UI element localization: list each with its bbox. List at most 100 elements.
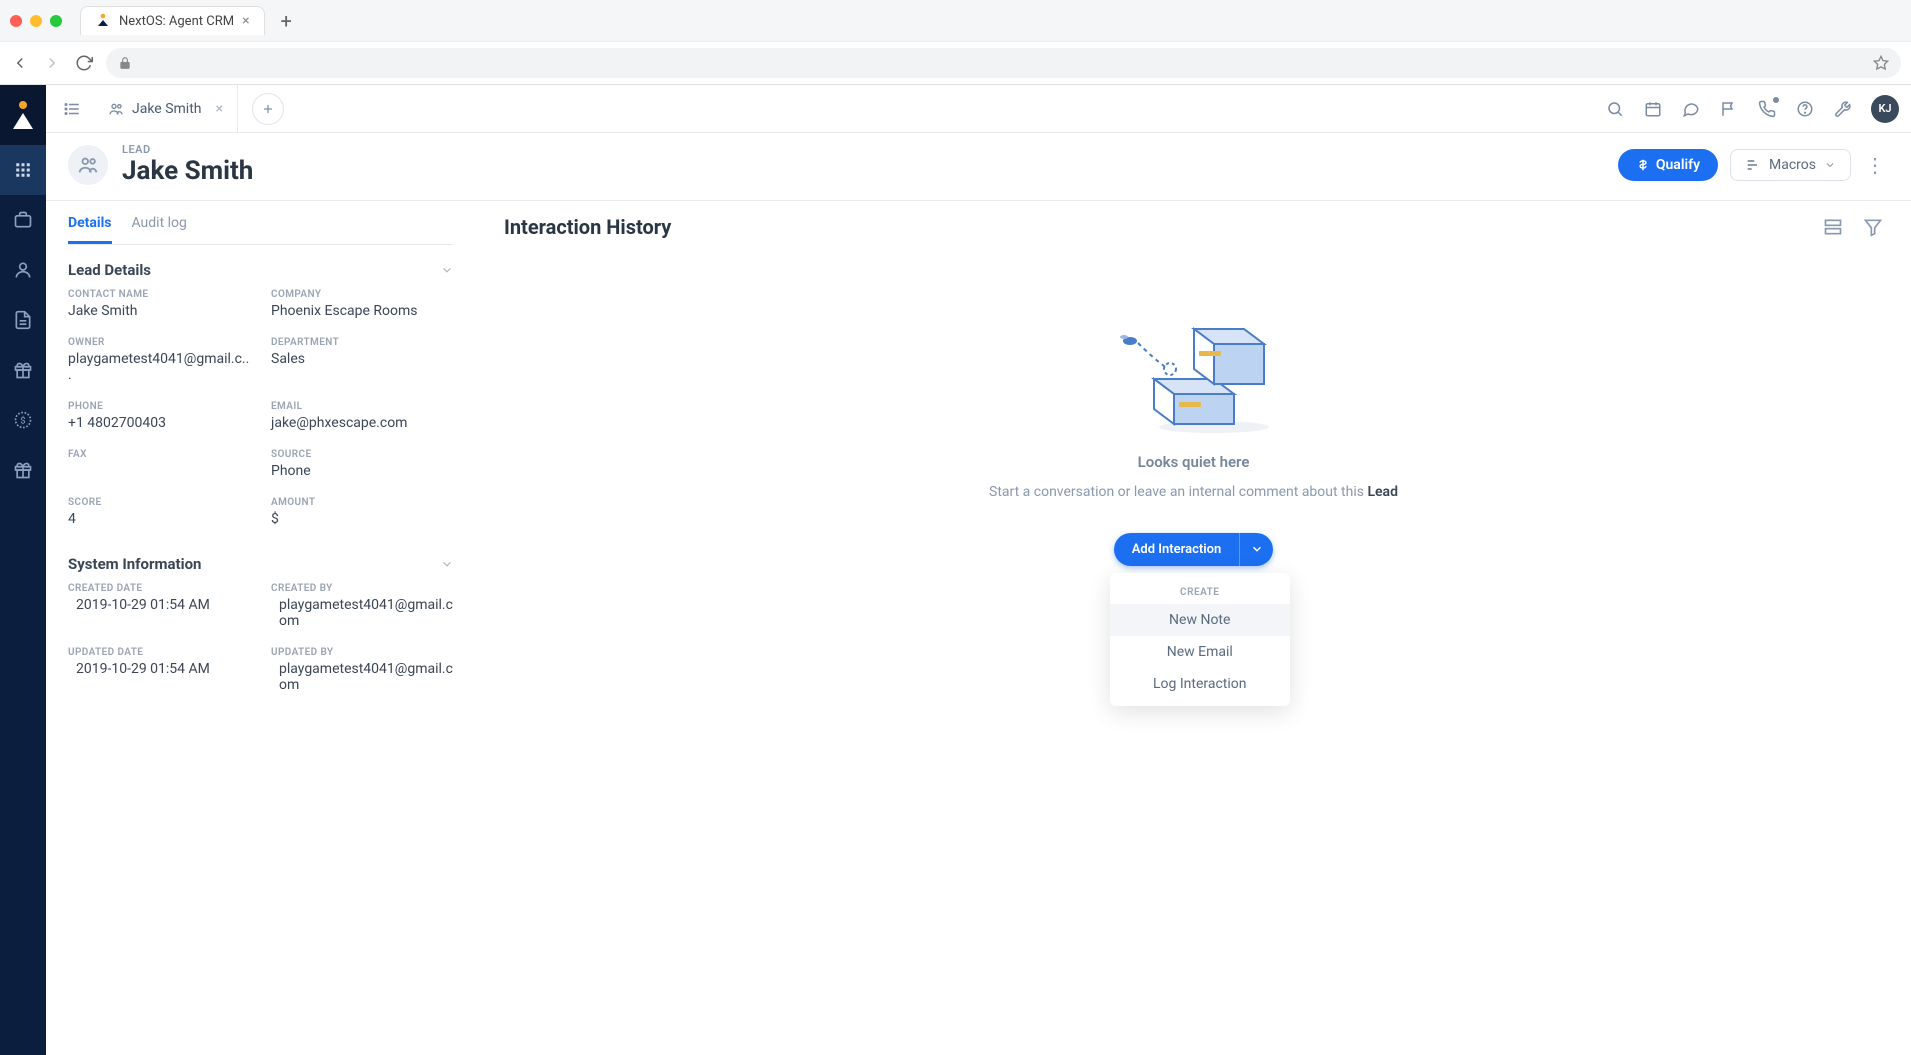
filter-icon[interactable] [1863,217,1883,237]
rail-gift2-icon[interactable] [0,445,46,495]
field-contact-name: CONTACT NAME Jake Smith [68,289,251,319]
workspace-right-tools: KJ [1605,95,1899,123]
browser-tab-close-button[interactable]: × [242,13,249,29]
add-interaction-dropdown-toggle[interactable] [1239,533,1273,566]
add-workspace-button[interactable] [252,93,284,125]
workspace-bar: Jake Smith × KJ [46,85,1911,133]
help-icon[interactable] [1795,99,1815,119]
field-score: SCORE 4 [68,497,251,527]
record-actions: Qualify Macros ⋮ [1618,149,1887,181]
empty-state-title: Looks quiet here [934,453,1454,471]
add-interaction-split-button: Add Interaction [1114,533,1274,566]
lead-icon [108,101,124,117]
main-area: Jake Smith × KJ LEAD [46,85,1911,1055]
tab-details[interactable]: Details [68,215,112,244]
field-source: SOURCE Phone [271,449,454,479]
section-lead-details-header[interactable]: Lead Details [68,261,454,279]
settings-icon[interactable] [1833,99,1853,119]
interaction-history-panel: Interaction History [476,201,1911,1055]
lead-details-fields: CONTACT NAME Jake Smith COMPANY Phoenix … [68,289,454,527]
empty-state-illustration [1094,299,1294,439]
macros-button-label: Macros [1769,157,1816,173]
empty-state: Looks quiet here Start a conversation or… [934,299,1454,566]
field-updated-by: UPDATED BY playgametest4041@gmail.com [271,647,454,693]
field-department: DEPARTMENT Sales [271,337,454,383]
lock-icon [118,56,132,70]
field-amount: AMOUNT $ [271,497,454,527]
calendar-icon[interactable] [1643,99,1663,119]
add-interaction-button[interactable]: Add Interaction [1114,533,1240,566]
app-logo[interactable] [0,85,46,145]
reload-button[interactable] [74,53,94,73]
browser-chrome: NextOS: Agent CRM × + [0,0,1911,85]
workspace-list-icon[interactable] [58,95,86,123]
svg-text:$: $ [20,415,25,426]
rail-contact-icon[interactable] [0,245,46,295]
field-email: EMAIL jake@phxescape.com [271,401,454,431]
chat-icon[interactable] [1681,99,1701,119]
interaction-history-title: Interaction History [504,215,671,239]
field-fax: FAX [68,449,251,479]
interaction-history-tools [1823,217,1883,237]
record-header: LEAD Jake Smith Qualify Macros ⋮ [46,133,1911,201]
content-split: Details Audit log Lead Details CONTACT N… [46,201,1911,1055]
details-panel: Details Audit log Lead Details CONTACT N… [46,201,476,1055]
phone-icon[interactable] [1757,99,1777,119]
rail-gift-icon[interactable] [0,345,46,395]
browser-tab-title: NextOS: Agent CRM [119,14,234,29]
app-root: $ Jake Smith × [0,85,1911,1055]
dropdown-item-new-email[interactable]: New Email [1110,636,1290,668]
add-interaction-dropdown: CREATE New Note New Email Log Interactio… [1110,573,1290,706]
record-name: Jake Smith [122,156,253,186]
chevron-down-icon [440,263,454,277]
forward-button[interactable] [42,53,62,73]
field-created-date: CREATED DATE 2019-10-29 01:54 AM [68,583,251,629]
qualify-button-label: Qualify [1656,157,1700,173]
workspace-tab[interactable]: Jake Smith × [94,85,238,133]
interaction-history-header: Interaction History [504,215,1883,239]
section-system-info-header[interactable]: System Information [68,555,454,573]
record-type-icon [68,145,108,185]
system-info-fields: CREATED DATE 2019-10-29 01:54 AM CREATED… [68,583,454,693]
chevron-down-icon [440,557,454,571]
left-nav-rail: $ [0,85,46,1055]
favicon-icon [95,13,111,29]
window-close-button[interactable] [10,15,22,27]
window-maximize-button[interactable] [50,15,62,27]
dropdown-header: CREATE [1110,579,1290,604]
window-minimize-button[interactable] [30,15,42,27]
field-updated-date: UPDATED DATE 2019-10-29 01:54 AM [68,647,251,693]
user-avatar[interactable]: KJ [1871,95,1899,123]
star-icon[interactable] [1873,55,1889,71]
rail-briefcase-icon[interactable] [0,195,46,245]
field-company: COMPANY Phoenix Escape Rooms [271,289,454,319]
section-system-info-title: System Information [68,555,201,573]
dropdown-item-log-interaction[interactable]: Log Interaction [1110,668,1290,700]
qualify-button[interactable]: Qualify [1618,149,1718,181]
address-bar[interactable] [106,48,1901,78]
browser-tab[interactable]: NextOS: Agent CRM × [80,6,265,35]
tab-audit-log[interactable]: Audit log [132,215,187,244]
macros-button[interactable]: Macros [1730,149,1851,181]
search-icon[interactable] [1605,99,1625,119]
rail-apps-icon[interactable] [0,145,46,195]
rail-money-icon[interactable]: $ [0,395,46,445]
record-type-label: LEAD [122,143,253,156]
workspace-tab-label: Jake Smith [132,101,201,117]
window-controls: NextOS: Agent CRM × + [0,0,1911,41]
dropdown-item-new-note[interactable]: New Note [1110,604,1290,636]
workspace-tab-close-button[interactable]: × [215,101,222,117]
field-phone: PHONE +1 4802700403 [68,401,251,431]
field-created-by: CREATED BY playgametest4041@gmail.com [271,583,454,629]
empty-state-text: Start a conversation or leave an interna… [934,483,1454,503]
more-actions-button[interactable]: ⋮ [1863,153,1887,177]
section-lead-details-title: Lead Details [68,261,151,279]
rail-document-icon[interactable] [0,295,46,345]
new-tab-button[interactable]: + [281,9,292,33]
layout-icon[interactable] [1823,217,1843,237]
flag-icon[interactable] [1719,99,1739,119]
address-bar-row [0,41,1911,84]
back-button[interactable] [10,53,30,73]
details-tabs: Details Audit log [68,215,454,245]
field-owner: OWNER playgametest4041@gmail.c... [68,337,251,383]
